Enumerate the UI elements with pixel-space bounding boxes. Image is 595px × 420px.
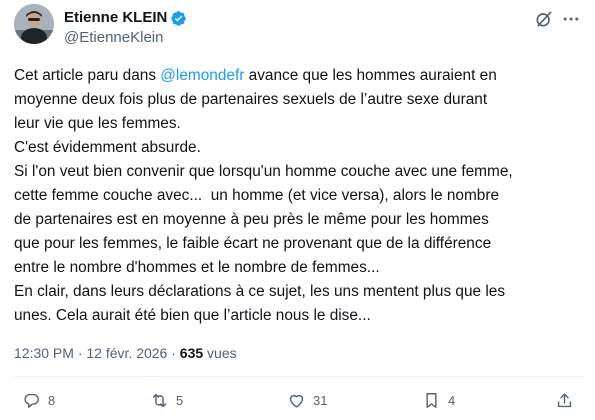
share-button[interactable] <box>555 391 574 410</box>
bookmark-count: 4 <box>448 393 456 408</box>
tweet-text: Cet article paru dans @lemondefr avance … <box>14 64 584 328</box>
views-label: vues <box>203 345 237 361</box>
bookmark-button[interactable]: 4 <box>422 391 455 410</box>
avatar[interactable] <box>14 4 54 44</box>
author-display-name[interactable]: Etienne KLEIN <box>64 9 167 27</box>
tweet-line: cette femme couche avec... un homme (et … <box>14 187 500 204</box>
tweet-time: 12:30 PM <box>14 345 74 361</box>
like-count: 31 <box>313 393 328 408</box>
author-name-row: Etienne KLEIN <box>64 9 187 27</box>
tweet-line: En clair, dans leurs déclarations à ce s… <box>14 283 506 300</box>
reply-count: 8 <box>48 393 56 408</box>
tweet-line: que pour les femmes, le faible écart ne … <box>14 235 492 252</box>
tweet-date: 12 févr. 2026 <box>86 345 168 361</box>
heart-icon <box>289 394 304 408</box>
mention-link[interactable]: @lemondefr <box>160 67 244 84</box>
reply-button[interactable]: 8 <box>22 391 55 410</box>
tweet-meta: 12:30 PM · 12 févr. 2026 · 635 vues <box>14 344 237 362</box>
timestamp-link[interactable]: 12:30 PM · 12 févr. 2026 <box>14 345 167 361</box>
tweet-line: Si l'on veut bien convenir que lorsqu'un… <box>14 163 513 180</box>
repost-icon <box>152 393 167 408</box>
verified-badge-icon <box>171 10 187 26</box>
tweet-line: de partenaires est en moyenne à peu près… <box>14 211 489 228</box>
tweet-line: C'est évidemment absurde. <box>14 139 201 156</box>
tweet-line: unes. Cela aurait été bien que l’article… <box>14 307 371 324</box>
tweet-line: avance que les hommes auraient en <box>244 67 497 84</box>
bookmark-icon <box>426 393 437 408</box>
tweet-line: leur vie que les femmes. <box>14 115 181 132</box>
divider <box>14 376 584 377</box>
reply-icon <box>24 393 39 408</box>
repost-count: 5 <box>176 393 184 408</box>
more-dots-icon[interactable] <box>561 9 581 29</box>
views-count: 635 <box>179 345 204 361</box>
repost-button[interactable]: 5 <box>150 391 183 410</box>
tweet-line: entre le nombre d'hommes et le nombre de… <box>14 259 380 276</box>
tweet-line: moyenne deux fois plus de partenaires se… <box>14 91 488 108</box>
grok-icon[interactable] <box>534 9 554 29</box>
meta-separator: · <box>73 345 87 361</box>
tweet-line: Cet article paru dans <box>14 67 161 84</box>
share-icon <box>557 393 572 408</box>
like-button[interactable]: 31 <box>287 391 327 410</box>
author-handle[interactable]: @EtienneKlein <box>64 29 163 47</box>
avatar-photo <box>14 4 54 44</box>
meta-separator: · <box>167 345 180 361</box>
